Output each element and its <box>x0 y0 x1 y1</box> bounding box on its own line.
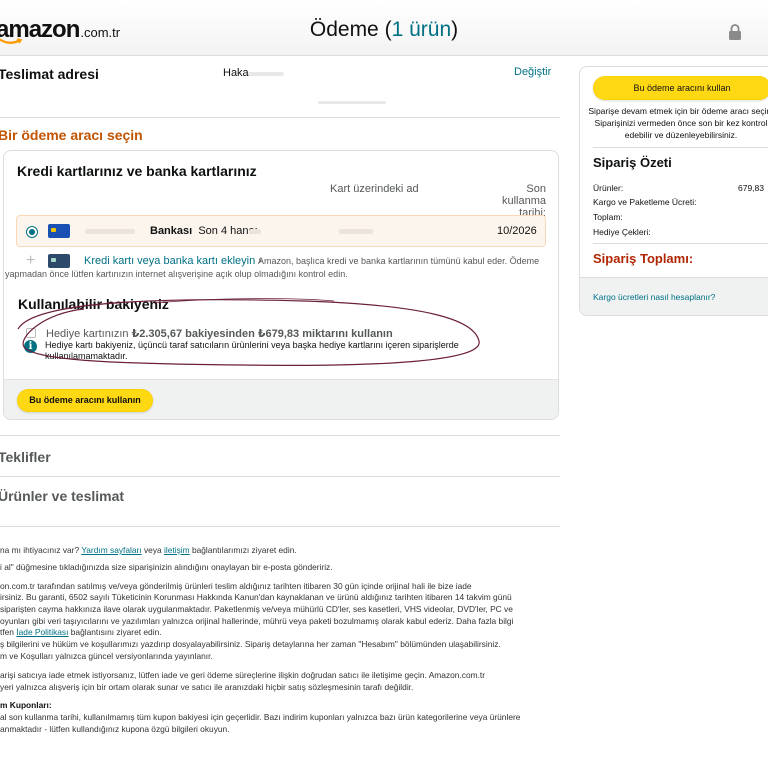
selected-card-row[interactable]: Bankası Son 4 hane: 10/2026 <box>16 215 546 247</box>
change-address-link[interactable]: Değiştir <box>514 66 551 78</box>
summary-row-label: Hediye Çekleri: <box>593 227 651 237</box>
gift-balance: ₺2.305,67 bakiyesinden ₺679,83 miktarını… <box>131 328 393 340</box>
gift-card-text: Hediye kartınızın ₺2.305,67 bakiyesinden… <box>46 327 393 340</box>
return-policy-line: tfen İade Politikası bağlantısını ziyare… <box>0 627 162 638</box>
shipping-fees-link[interactable]: Kargo ücretleri nasıl hesaplanır? <box>593 292 715 302</box>
divider <box>0 476 560 477</box>
summary-row-label: Ürünler: <box>593 183 624 193</box>
coupons-line: anmaktadır - lütfen kullandığınız kupona… <box>0 724 230 734</box>
order-summary-box: Bu ödeme aracını kullan Siparişe devam e… <box>579 66 768 316</box>
shipping-heading: Teslimat adresi <box>0 66 99 82</box>
summary-row-label: Kargo ve Paketleme Ücreti: <box>593 197 697 207</box>
summary-use-payment-button[interactable]: Bu ödeme aracını kullan <box>593 76 768 100</box>
redacted-address <box>248 72 284 76</box>
coupons-line: al son kullanma tarihi, kullanılmamış tü… <box>0 712 521 722</box>
print-note-line: ş bilgilerini ve hüküm ve koşullarımızı … <box>0 639 501 649</box>
checkout-page: amazon.com.tr Ödeme (1 ürün) Teslimat ad… <box>0 0 768 768</box>
payment-heading: Bir ödeme aracı seçin <box>0 127 143 143</box>
seller-note-line: yeri yalnızca alışveriş için bir ortam o… <box>0 682 414 692</box>
terms-note-line: m ve Koşulları yalnızca güncel versiyonl… <box>0 651 213 661</box>
help-text-a: na mı ihtiyacınız var? <box>0 545 82 555</box>
return-policy-line: oyunları gibi veri taşıyıcılarını ve yaz… <box>0 616 514 626</box>
offers-section: Teklifler <box>0 449 51 465</box>
balance-title: Kullanılabilir bakiyeniz <box>18 296 169 312</box>
seller-note-line: arişi satıcıya iade etmek istiyorsanız, … <box>0 670 486 680</box>
card-icon <box>48 224 70 238</box>
col-expiry-line1: Son kullanma <box>501 183 546 207</box>
divider <box>593 147 768 148</box>
return-policy-line: siparişten cayma hakkınıza ilave olarak … <box>0 604 513 614</box>
payment-methods-box: Kredi kartlarınız ve banka kartlarınız K… <box>3 150 559 420</box>
divider <box>593 243 768 244</box>
return-policy-line: irsiniz. Bu garanti, 6502 sayılı Tüketic… <box>0 592 512 602</box>
contact-link[interactable]: iletişim <box>164 545 190 555</box>
page-title-text: Ödeme <box>309 18 379 41</box>
divider <box>0 435 560 436</box>
summary-title: Sipariş Özeti <box>593 155 672 170</box>
redacted-address-line <box>318 101 386 104</box>
card-expiry: 10/2026 <box>497 225 537 237</box>
confirmation-email-note: i al" düğmesine tıkladığınızda size sipa… <box>0 562 333 572</box>
col-expiry-header: Son kullanma tarihi: <box>480 183 546 219</box>
shipping-name: Haka <box>223 67 249 79</box>
summary-row-label: Toplam: <box>593 212 623 222</box>
return-policy-link[interactable]: İade Politikası <box>16 627 68 637</box>
divider <box>0 526 560 527</box>
summary-row-value: 679,83 <box>738 183 764 193</box>
cards-title: Kredi kartlarınız ve banka kartlarınız <box>17 163 257 179</box>
use-payment-method-button[interactable]: Bu ödeme aracını kullanın <box>17 389 153 412</box>
help-text-b: veya <box>141 545 165 555</box>
summary-note: Siparişe devam etmek için bir ödeme arac… <box>588 106 768 140</box>
redacted-digits <box>249 229 261 234</box>
radio-selected-icon[interactable] <box>26 226 38 238</box>
help-pages-link[interactable]: Yardım sayfaları <box>81 545 141 555</box>
help-text-c: bağlantılarımızı ziyaret edin. <box>189 545 297 555</box>
help-line: na mı ihtiyacınız var? Yardım sayfaları … <box>0 545 297 556</box>
page-title: Ödeme (1 ürün) <box>309 18 459 41</box>
add-card-info: Amazon, başlıca kredi ve banka kartların… <box>5 256 540 279</box>
order-total-label: Sipariş Toplamı: <box>593 251 694 266</box>
info-icon: i <box>24 340 37 353</box>
checkout-header: amazon.com.tr Ödeme (1 ürün) <box>0 0 768 56</box>
card-bank-info: Bankası Son 4 hane: <box>150 225 258 237</box>
card-bank-label: Bankası <box>150 225 193 237</box>
col-cardholder-header: Kart üzerindeki ad <box>330 183 419 195</box>
return-policy-line: on.com.tr tarafından satılmış ve/veya gö… <box>0 581 472 591</box>
return-policy-text-b: bağlantısını ziyaret edin. <box>68 627 162 637</box>
redacted-bank-name <box>85 229 135 234</box>
gift-card-note: Hediye kartı bakiyeniz, üçüncü taraf sat… <box>45 340 459 361</box>
gift-prefix: Hediye kartınızın <box>46 328 132 340</box>
return-policy-text-a: tfen <box>0 627 17 637</box>
redacted-cardholder <box>339 229 373 234</box>
item-count-link[interactable]: 1 ürün <box>392 18 452 41</box>
items-section: Ürünler ve teslimat <box>0 488 125 504</box>
coupons-heading: m Kuponları: <box>0 700 52 710</box>
lock-icon <box>729 24 741 40</box>
divider <box>0 117 560 118</box>
gift-card-checkbox[interactable] <box>26 328 36 338</box>
